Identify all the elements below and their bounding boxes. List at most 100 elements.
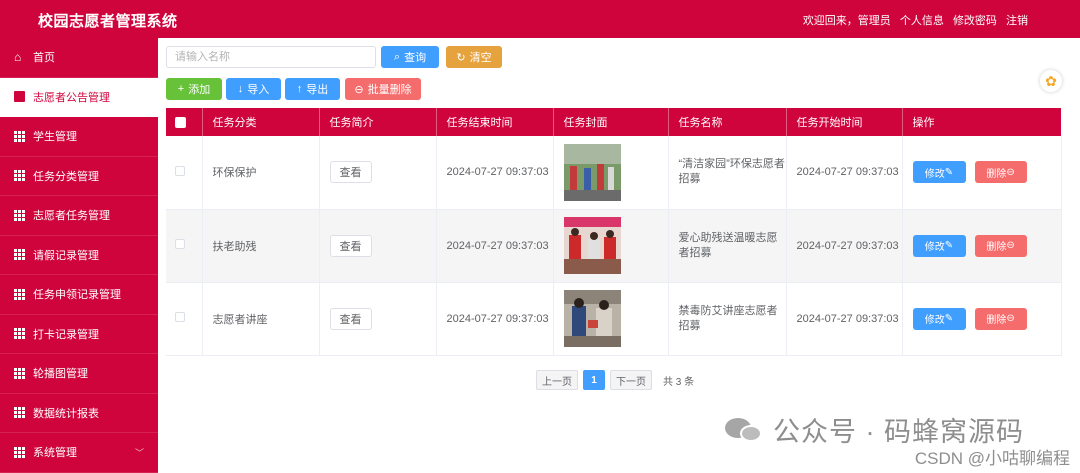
select-all-cell[interactable]	[166, 108, 203, 136]
row-select-cell	[166, 209, 203, 283]
end-time-cell: 2024-07-27 09:37:03	[436, 282, 554, 356]
category-cell: 环保保护	[202, 136, 320, 210]
column-header: 任务简介	[319, 108, 437, 136]
view-intro-button[interactable]: 查看	[329, 307, 372, 330]
select-all-checkbox[interactable]	[175, 116, 186, 128]
table-row: 环保保护 查看 2024-07-27 09:37:03 “清洁家园”环保志愿者招…	[166, 136, 1062, 210]
sidebar-item-leave-records[interactable]: 请假记录管理	[0, 236, 158, 275]
column-header: 操作	[902, 108, 1062, 136]
edit-button-label: 修改	[924, 315, 945, 326]
grid-icon	[14, 367, 25, 379]
table-header-row: 任务分类 任务简介 任务结束时间 任务封面 任务名称 任务开始时间 操作	[166, 108, 1062, 136]
query-button-label: 查询	[404, 52, 427, 64]
sidebar: ⌂ 首页 志愿者公告管理 学生管理 任务分类管理 志愿者任务管理 请假记录管理 …	[0, 38, 158, 473]
delete-button[interactable]: 删除 ⊖	[974, 307, 1027, 330]
export-button-label: 导出	[306, 84, 329, 96]
grid-icon	[14, 407, 25, 419]
grid-icon	[14, 130, 25, 142]
add-button-label: 添加	[188, 84, 211, 96]
sidebar-item-label: 学生管理	[33, 131, 77, 144]
batch-delete-button-label: 批量删除	[367, 84, 412, 96]
view-intro-button[interactable]: 查看	[329, 234, 372, 257]
change-password-link[interactable]: 修改密码	[953, 15, 997, 27]
start-time-cell: 2024-07-27 09:37:03	[786, 282, 903, 356]
arrow-up-icon: ↑	[296, 83, 303, 95]
next-page-button[interactable]: 下一页	[610, 370, 652, 390]
edit-icon: ✎	[944, 313, 954, 324]
search-input[interactable]	[166, 46, 376, 68]
delete-button-label: 删除	[986, 168, 1007, 180]
sidebar-item-notice[interactable]: 志愿者公告管理	[0, 77, 158, 117]
cover-cell	[553, 282, 669, 356]
current-page-button[interactable]: 1	[583, 370, 605, 390]
sidebar-item-task-claims[interactable]: 任务申领记录管理	[0, 275, 158, 315]
delete-button[interactable]: 删除 ⊖	[974, 161, 1027, 184]
sidebar-item-label: 志愿者公告管理	[33, 91, 110, 104]
edit-icon: ✎	[944, 240, 954, 251]
logout-link[interactable]: 注销	[1006, 15, 1028, 27]
sidebar-item-home[interactable]: ⌂ 首页	[0, 38, 158, 78]
sidebar-item-label: 打卡记录管理	[33, 328, 99, 341]
sidebar-item-statistics[interactable]: 数据统计报表	[0, 394, 158, 433]
prev-page-button[interactable]: 上一页	[536, 370, 578, 390]
refresh-icon: ↻	[456, 51, 466, 64]
intro-cell: 查看	[319, 209, 437, 283]
sidebar-item-checkin-records[interactable]: 打卡记录管理	[0, 315, 158, 354]
row-select-cell	[166, 136, 203, 210]
sidebar-item-label: 数据统计报表	[33, 407, 99, 420]
delete-button[interactable]: 删除 ⊖	[974, 234, 1027, 257]
sidebar-item-label: 首页	[33, 52, 55, 65]
view-intro-button[interactable]: 查看	[329, 161, 372, 184]
grid-icon	[14, 209, 25, 221]
minus-circle-icon: ⊖	[1006, 240, 1015, 251]
csdn-watermark: CSDN @小咕聊编程	[914, 449, 1070, 468]
batch-delete-button[interactable]: ⊖ 批量删除	[345, 78, 421, 100]
table-row: 扶老助残 查看 2024-07-27 09:37:03 爱心助残送温暖志愿者招募…	[166, 209, 1062, 283]
cover-cell	[553, 209, 669, 283]
clear-button-label: 清空	[469, 52, 492, 64]
start-time-cell: 2024-07-27 09:37:03	[786, 136, 903, 210]
profile-link[interactable]: 个人信息	[900, 15, 944, 27]
query-button[interactable]: ⌕ 查询	[381, 46, 439, 68]
sidebar-item-label: 任务分类管理	[33, 170, 99, 183]
delete-button-label: 删除	[986, 242, 1007, 253]
actions-cell: 修改 ✎ 删除 ⊖	[902, 136, 1062, 210]
row-checkbox[interactable]	[175, 165, 185, 176]
home-icon: ⌂	[14, 49, 22, 64]
task-table: 任务分类 任务简介 任务结束时间 任务封面 任务名称 任务开始时间 操作 环保保…	[166, 108, 1062, 356]
user-menu: 欢迎回来，管理员 个人信息 修改密码 注销	[803, 12, 1028, 28]
end-time-cell: 2024-07-27 09:37:03	[436, 136, 554, 210]
edit-button[interactable]: 修改 ✎	[912, 161, 966, 184]
column-header: 任务名称	[668, 108, 787, 136]
column-header: 任务开始时间	[786, 108, 903, 136]
cover-image[interactable]	[563, 217, 621, 274]
name-cell: 爱心助残送温暖志愿者招募	[668, 209, 787, 283]
top-bar: 校园志愿者管理系统 欢迎回来，管理员 个人信息 修改密码 注销	[0, 0, 1080, 38]
row-select-cell	[166, 282, 203, 356]
end-time-cell: 2024-07-27 09:37:03	[436, 209, 554, 283]
sidebar-item-volunteer-tasks[interactable]: 志愿者任务管理	[0, 196, 158, 236]
grid-icon	[14, 328, 25, 340]
import-button[interactable]: ↓ 导入	[226, 78, 281, 100]
sidebar-item-label: 任务申领记录管理	[33, 289, 121, 302]
cover-image[interactable]	[563, 143, 621, 201]
add-button[interactable]: + 添加	[166, 78, 222, 100]
intro-cell: 查看	[319, 282, 437, 356]
edit-button-label: 修改	[924, 242, 945, 253]
sidebar-item-task-category[interactable]: 任务分类管理	[0, 157, 158, 196]
edit-button[interactable]: 修改 ✎	[912, 307, 966, 330]
row-checkbox[interactable]	[175, 239, 185, 249]
sidebar-item-system[interactable]: 系统管理 ﹀	[0, 433, 158, 473]
clear-button[interactable]: ↻ 清空	[446, 46, 502, 68]
edit-button[interactable]: 修改 ✎	[912, 234, 966, 257]
sidebar-item-carousel[interactable]: 轮播图管理	[0, 354, 158, 394]
edit-icon: ✎	[944, 166, 954, 178]
actions-cell: 修改 ✎ 删除 ⊖	[902, 209, 1062, 283]
sidebar-item-students[interactable]: 学生管理	[0, 117, 158, 157]
sidebar-item-label: 志愿者任务管理	[33, 210, 110, 223]
cover-image[interactable]	[563, 290, 621, 347]
row-checkbox[interactable]	[175, 312, 185, 322]
export-button[interactable]: ↑ 导出	[285, 78, 340, 100]
name-cell: “清洁家园”环保志愿者招募	[668, 136, 787, 210]
floating-assistant-icon[interactable]: ✿	[1040, 70, 1062, 92]
